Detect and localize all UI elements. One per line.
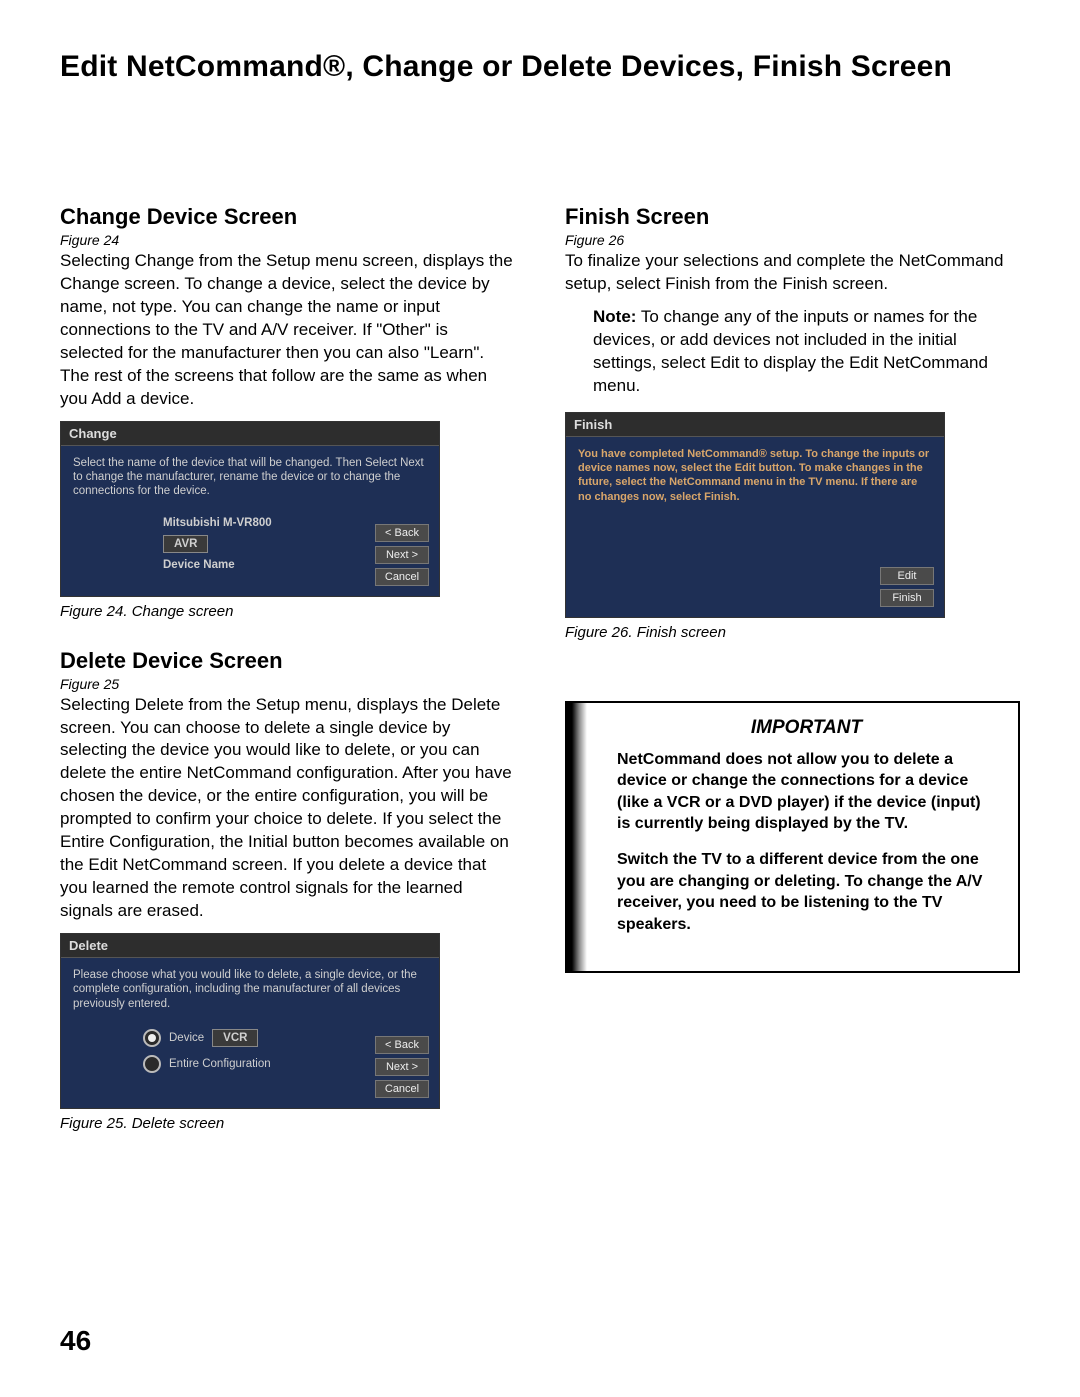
caption-fig26: Figure 26. Finish screen bbox=[565, 624, 1020, 641]
heading-change-device: Change Device Screen bbox=[60, 204, 515, 230]
text-finish-body: To finalize your selections and complete… bbox=[565, 250, 1020, 296]
col-right: Finish Screen Figure 26 To finalize your… bbox=[565, 204, 1020, 1160]
win-desc-delete: Please choose what you would like to del… bbox=[73, 968, 427, 1011]
win-title-change: Change bbox=[61, 422, 439, 446]
heading-finish: Finish Screen bbox=[565, 204, 1020, 230]
caption-fig24: Figure 24. Change screen bbox=[60, 603, 515, 620]
figref-24: Figure 24 bbox=[60, 232, 515, 248]
figref-26: Figure 26 bbox=[565, 232, 1020, 248]
note-block: Note: To change any of the inputs or nam… bbox=[565, 306, 1020, 398]
win-title-finish: Finish bbox=[566, 413, 944, 437]
finish-button[interactable]: Finish bbox=[880, 589, 934, 607]
screenshot-change: Change Select the name of the device tha… bbox=[60, 421, 440, 597]
label-entire-config: Entire Configuration bbox=[169, 1058, 271, 1070]
cancel-button[interactable]: Cancel bbox=[375, 568, 429, 586]
field-avr[interactable]: AVR bbox=[163, 535, 208, 553]
col-left: Change Device Screen Figure 24 Selecting… bbox=[60, 204, 515, 1160]
win-desc-change: Select the name of the device that will … bbox=[73, 456, 427, 499]
back-button[interactable]: < Back bbox=[375, 524, 429, 542]
back-button[interactable]: < Back bbox=[375, 1036, 429, 1054]
cancel-button[interactable]: Cancel bbox=[375, 1080, 429, 1098]
important-box: IMPORTANT NetCommand does not allow you … bbox=[565, 701, 1020, 974]
note-label: Note: bbox=[593, 307, 636, 326]
radio-device[interactable] bbox=[143, 1029, 161, 1047]
note-text: To change any of the inputs or names for… bbox=[593, 307, 988, 395]
caption-fig25: Figure 25. Delete screen bbox=[60, 1115, 515, 1132]
figref-25: Figure 25 bbox=[60, 676, 515, 692]
important-p2: Switch the TV to a different device from… bbox=[617, 849, 996, 935]
important-title: IMPORTANT bbox=[617, 717, 996, 739]
radio-entire-config[interactable] bbox=[143, 1055, 161, 1073]
text-delete-body: Selecting Delete from the Setup menu, di… bbox=[60, 694, 515, 923]
win-title-delete: Delete bbox=[61, 934, 439, 958]
page-number: 46 bbox=[60, 1325, 91, 1357]
next-button[interactable]: Next > bbox=[375, 1058, 429, 1076]
field-vcr[interactable]: VCR bbox=[212, 1029, 258, 1047]
next-button[interactable]: Next > bbox=[375, 546, 429, 564]
important-p1: NetCommand does not allow you to delete … bbox=[617, 749, 996, 835]
edit-button[interactable]: Edit bbox=[880, 567, 934, 585]
text-change-body: Selecting Change from the Setup menu scr… bbox=[60, 250, 515, 411]
heading-delete-device: Delete Device Screen bbox=[60, 648, 515, 674]
screenshot-finish: Finish You have completed NetCommand® se… bbox=[565, 412, 945, 618]
page-title: Edit NetCommand®, Change or Delete Devic… bbox=[60, 50, 1020, 84]
win-desc-finish: You have completed NetCommand® setup. To… bbox=[578, 447, 932, 504]
label-device: Device bbox=[169, 1032, 204, 1044]
screenshot-delete: Delete Please choose what you would like… bbox=[60, 933, 440, 1109]
